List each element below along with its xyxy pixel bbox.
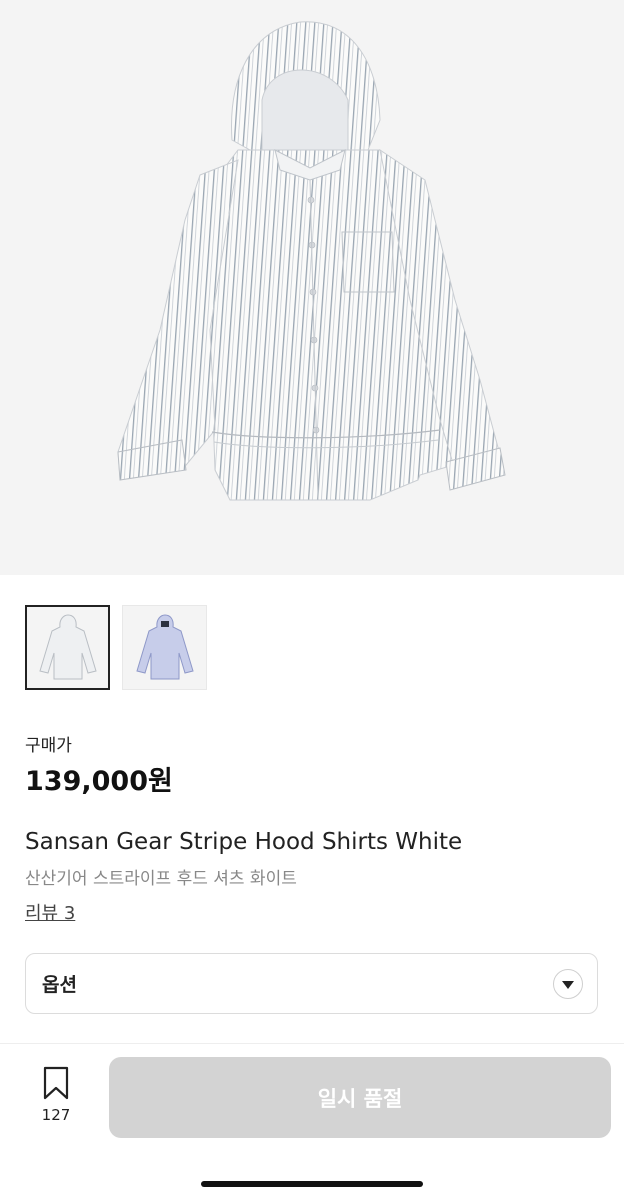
home-indicator — [201, 1181, 423, 1187]
reviews-link[interactable]: 리뷰 3 — [25, 899, 75, 925]
price: 139,000원 — [25, 766, 173, 797]
soldout-button[interactable]: 일시 품절 — [109, 1057, 611, 1138]
divider — [0, 1043, 624, 1044]
shirt-blue-thumb-icon — [135, 613, 194, 679]
option-select[interactable]: 옵션 — [25, 953, 598, 1014]
product-name-ko: 산산기어 스트라이프 후드 셔츠 화이트 — [25, 869, 297, 889]
price-label: 구매가 — [25, 736, 72, 756]
product-name-en: Sansan Gear Stripe Hood Shirts White — [25, 829, 463, 855]
option-label: 옵션 — [42, 974, 77, 996]
bookmark-button[interactable]: 127 — [36, 1066, 76, 1124]
thumbnail-white[interactable] — [25, 605, 110, 690]
shirt-white-thumb-icon — [38, 613, 97, 679]
bookmark-count: 127 — [41, 1106, 71, 1124]
chevron-down-icon — [553, 968, 583, 999]
thumbnail-list — [25, 605, 207, 690]
bookmark-icon — [43, 1066, 69, 1100]
product-main-image[interactable] — [0, 0, 624, 575]
hooded-shirt-illustration — [117, 21, 506, 501]
thumbnail-blue[interactable] — [122, 605, 207, 690]
